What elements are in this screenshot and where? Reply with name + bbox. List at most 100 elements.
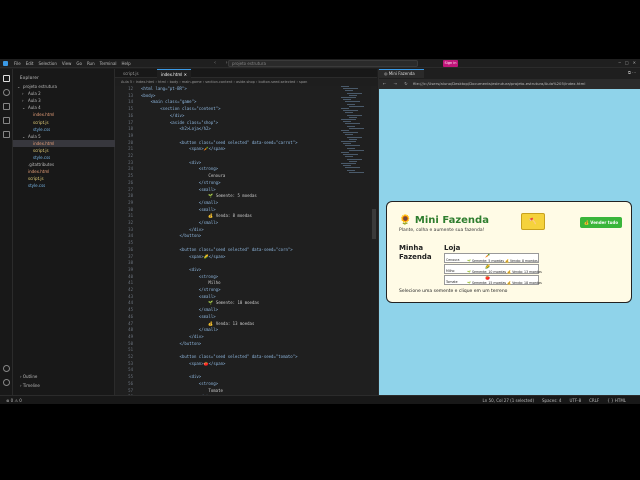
minimap-line bbox=[341, 163, 356, 164]
menu-item-edit[interactable]: Edit bbox=[26, 61, 34, 66]
code-editor[interactable]: 12 <html lang="pt-BR"> 13 <body> 14 <main cl… bbox=[115, 86, 377, 395]
window-controls[interactable]: ─ □ ✕ bbox=[618, 60, 636, 65]
close-tab-icon[interactable]: ✕ bbox=[182, 72, 187, 77]
explorer-item[interactable]: index.html bbox=[13, 168, 115, 175]
code-line: 34 </button> bbox=[115, 233, 377, 240]
explorer-item[interactable]: script.js bbox=[13, 175, 115, 182]
editor-scrollbar-track[interactable] bbox=[371, 86, 377, 395]
explorer-item[interactable]: style.css bbox=[13, 126, 115, 133]
game-subtitle: Plante, colha e aumente sua fazenda! bbox=[399, 228, 485, 233]
menu-item-file[interactable]: File bbox=[14, 61, 21, 66]
run-debug-icon[interactable] bbox=[3, 117, 10, 124]
maximize-icon[interactable]: □ bbox=[625, 60, 629, 65]
explorer-item[interactable]: index.html bbox=[13, 111, 115, 118]
line-number: 39 bbox=[128, 266, 133, 272]
seed-button[interactable]: 🥕 Cenoura 🌱 Semente: 5 moedas 💰 Venda: 8 m… bbox=[444, 253, 539, 263]
title-bar: File Edit Selection View Go Run Terminal Help ‹… bbox=[0, 59, 640, 68]
extensions-icon[interactable] bbox=[3, 131, 10, 138]
explorer-item[interactable]: .gitattributes bbox=[13, 161, 115, 168]
breadcrumb[interactable]: Aula 5 › index.html › html › body › main… bbox=[115, 79, 377, 86]
editor-tab[interactable]: script.js bbox=[119, 69, 143, 78]
explorer-item[interactable]: › Aula 3 bbox=[13, 97, 115, 104]
explorer-item-label: Aula 4 bbox=[28, 105, 41, 111]
status-item[interactable]: Spaces: 4 bbox=[542, 396, 561, 404]
game-card: 🌻 Mini Fazenda Plante, colha e aumente s… bbox=[386, 201, 632, 303]
menu-item-view[interactable]: View bbox=[62, 61, 72, 66]
line-number: 14 bbox=[128, 99, 133, 105]
close-icon[interactable]: ✕ bbox=[633, 60, 636, 65]
search-icon[interactable] bbox=[3, 89, 10, 96]
line-number: 29 bbox=[128, 199, 133, 205]
code-text: <span>🍅</span> bbox=[141, 360, 226, 366]
code-text: <body> bbox=[141, 92, 156, 98]
browser-tab[interactable]: ◎ Mini Fazenda bbox=[379, 69, 424, 78]
status-bar: ⊗ 0 ⚠ 0 Ln 50, Col 27 (1 selected) Spaces… bbox=[0, 395, 640, 404]
explorer-item[interactable]: style.css bbox=[13, 154, 115, 161]
explorer-item[interactable]: script.js bbox=[13, 119, 115, 126]
minimize-icon[interactable]: ─ bbox=[618, 60, 620, 65]
minimap-line bbox=[341, 86, 349, 87]
explorer-item[interactable]: › Aula 2 bbox=[13, 90, 115, 97]
menu-item-go[interactable]: Go bbox=[76, 61, 82, 66]
line-number: 38 bbox=[128, 260, 133, 266]
line-number: 36 bbox=[128, 246, 133, 252]
explorer-item-label: style.css bbox=[33, 126, 51, 132]
back-forward-reload-icon[interactable]: ← → ↻ bbox=[383, 81, 411, 86]
problems-indicator[interactable]: ⊗ 0 ⚠ 0 bbox=[6, 396, 22, 404]
line-number: 16 bbox=[128, 112, 133, 118]
browser-tab-controls[interactable]: ⧉ ··· bbox=[628, 70, 636, 75]
status-item[interactable]: { } HTML bbox=[607, 396, 626, 404]
explorer-item[interactable]: ⌄ projeto estrutura bbox=[13, 83, 115, 90]
line-number: 20 bbox=[128, 139, 133, 145]
line-number: 34 bbox=[128, 233, 133, 239]
code-line: 25 Cenoura bbox=[115, 173, 377, 180]
account-icon[interactable] bbox=[3, 365, 10, 372]
sell-all-button[interactable]: 💰 Vender tudo bbox=[580, 217, 622, 228]
url-field[interactable]: file:///c:/Users/aluno/Desktop/Documents… bbox=[413, 81, 585, 86]
minimap-line bbox=[345, 167, 360, 169]
status-item[interactable]: UTF-8 bbox=[569, 396, 581, 404]
menu-item-terminal[interactable]: Terminal bbox=[100, 61, 117, 66]
command-center-search[interactable]: projeto estrutura bbox=[228, 60, 418, 67]
code-line: 15 <section class="content"> bbox=[115, 106, 377, 113]
minimap-line bbox=[343, 154, 358, 156]
timeline-section[interactable]: › Timeline bbox=[20, 383, 40, 388]
explorer-item[interactable]: index.html bbox=[13, 139, 115, 147]
source-control-icon[interactable] bbox=[3, 103, 10, 110]
code-line: 52 <button class="seed selected" data-se… bbox=[115, 354, 377, 361]
code-text: <span>🌽</span> bbox=[141, 253, 226, 259]
explorer-item-label: .gitattributes bbox=[28, 162, 55, 168]
menu-item-run[interactable]: Run bbox=[87, 61, 95, 66]
status-item[interactable]: CRLF bbox=[589, 396, 599, 404]
explorer-item[interactable]: style.css bbox=[13, 182, 115, 189]
seed-details: 🌱 Semente: 5 moedas 💰 Venda: 8 moedas bbox=[467, 259, 538, 263]
explorer-item[interactable]: ⌄ Aula 4 bbox=[13, 104, 115, 111]
explorer-item-label: Aula 2 bbox=[28, 91, 41, 97]
seed-button[interactable]: 🍅 Tomate 🌱 Semente: 15 moedas 💰 Venda: 18 … bbox=[444, 275, 542, 285]
outline-section[interactable]: › Outline bbox=[20, 374, 37, 379]
editor-scrollbar-thumb[interactable] bbox=[372, 209, 376, 239]
editor-tab[interactable]: index.html ✕ bbox=[157, 69, 191, 78]
line-number: 33 bbox=[128, 226, 133, 232]
minimap-line bbox=[347, 169, 355, 171]
game-title: 🌻 Mini Fazenda bbox=[399, 215, 489, 226]
menu-item-selection[interactable]: Selection bbox=[38, 61, 56, 66]
code-line: 37 <span>🌽</span> bbox=[115, 254, 377, 261]
line-number: 51 bbox=[128, 347, 133, 353]
settings-gear-icon[interactable] bbox=[3, 379, 10, 386]
code-line: 13 <body> bbox=[115, 93, 377, 100]
tool-button[interactable]: 🪓 bbox=[521, 213, 545, 230]
seed-button[interactable]: 🌽 Milho 🌱 Semente: 10 moedas 💰 Venda: 13 m… bbox=[444, 264, 542, 274]
minimap-line bbox=[347, 103, 355, 105]
code-line: 29 </small> bbox=[115, 200, 377, 207]
line-number: 31 bbox=[128, 213, 133, 219]
code-text: </small> bbox=[141, 199, 219, 205]
menu-item-help[interactable]: Help bbox=[122, 61, 131, 66]
explorer-item[interactable]: ⌄ Aula 5 bbox=[13, 133, 115, 140]
status-item[interactable]: Ln 50, Col 27 (1 selected) bbox=[483, 396, 534, 404]
explorer-item[interactable]: script.js bbox=[13, 147, 115, 154]
explorer-icon[interactable] bbox=[3, 75, 10, 82]
code-text: </button> bbox=[141, 340, 202, 346]
sign-in-button[interactable]: Sign in bbox=[443, 60, 458, 67]
minimap[interactable] bbox=[339, 86, 371, 176]
